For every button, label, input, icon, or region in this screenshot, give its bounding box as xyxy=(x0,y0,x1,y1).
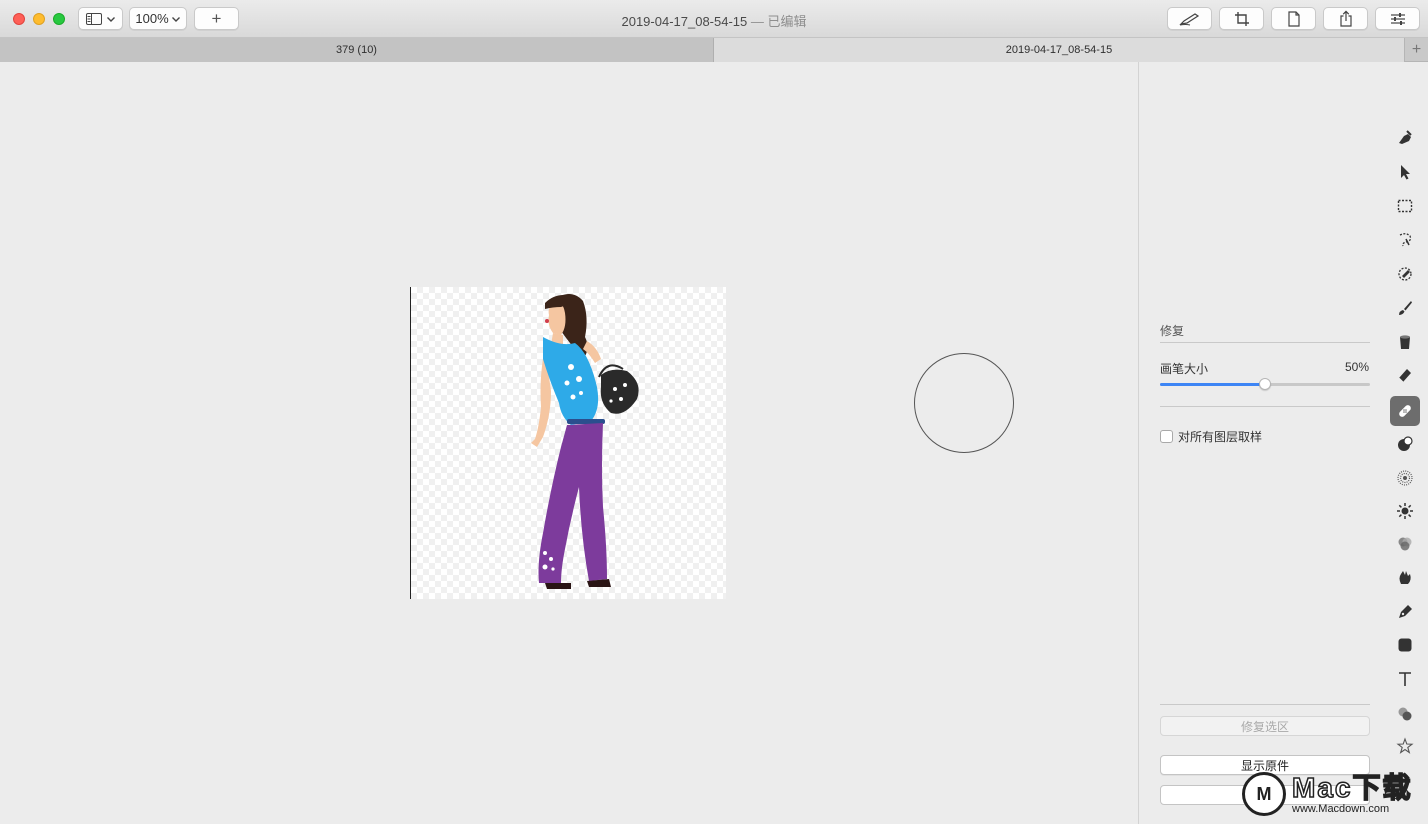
brush-tool[interactable] xyxy=(1390,293,1420,323)
document-name: 2019-04-17_08-54-15 xyxy=(621,14,748,29)
sharpen-tool[interactable] xyxy=(1390,496,1420,526)
brush-icon xyxy=(1399,301,1412,315)
bandage-heal-tool[interactable] xyxy=(1390,396,1420,426)
text-tool[interactable] xyxy=(1390,664,1420,694)
rect-select-icon xyxy=(1397,199,1413,213)
tab-bar: 379 (10) 2019-04-17_08-54-15 + xyxy=(0,38,1428,62)
divider xyxy=(1160,704,1370,705)
eraser-tool[interactable] xyxy=(1390,360,1420,390)
divider xyxy=(1160,342,1370,343)
crop-button[interactable] xyxy=(1219,7,1264,30)
watermark-text: Mac下载 www.Macdown.com xyxy=(1291,772,1413,815)
draw-button[interactable] xyxy=(1167,7,1212,30)
watermark-logo: M xyxy=(1242,772,1286,816)
lasso-select-tool[interactable] xyxy=(1390,225,1420,255)
bucket-tool[interactable] xyxy=(1390,327,1420,357)
color-adjust-tool[interactable] xyxy=(1390,122,1420,152)
repair-selection-button[interactable]: 修复选区 xyxy=(1160,716,1370,736)
watermark: M Mac下载 www.Macdown.com xyxy=(1242,772,1412,816)
star-tool[interactable] xyxy=(1390,731,1420,761)
magic-select-icon xyxy=(1398,267,1412,281)
tab-current-document[interactable]: 2019-04-17_08-54-15 xyxy=(714,38,1404,62)
app-window: 100% + 2019-04-17_08-54-15 — 已编辑 379 (10… xyxy=(0,0,1428,824)
eraser-icon xyxy=(1398,369,1411,383)
arrow-select-tool[interactable] xyxy=(1390,157,1420,187)
star-icon xyxy=(1396,737,1414,754)
magic-select-tool[interactable] xyxy=(1390,258,1420,288)
tab-label: 379 (10) xyxy=(336,44,377,56)
canvas-area[interactable] xyxy=(0,62,1138,824)
document-icon xyxy=(1287,10,1300,27)
sample-all-layers-label: 对所有图层取样 xyxy=(1178,430,1263,444)
sliders-icon xyxy=(1390,12,1405,25)
watermark-url: www.Macdown.com xyxy=(1292,803,1390,815)
color-blend-tool[interactable] xyxy=(1390,529,1420,559)
smudge-tool[interactable] xyxy=(1390,562,1420,592)
sample-all-layers-checkbox[interactable] xyxy=(1160,430,1173,443)
section-title: 修复 xyxy=(1160,324,1185,338)
lasso-select-icon xyxy=(1399,233,1412,247)
brush-size-value: 50% xyxy=(1344,360,1369,374)
divider xyxy=(1160,406,1370,407)
document-button[interactable] xyxy=(1271,7,1316,30)
share-button[interactable] xyxy=(1323,7,1368,30)
blur-tool[interactable] xyxy=(1390,463,1420,493)
plus-icon: + xyxy=(1411,41,1422,58)
clone-icon xyxy=(1398,436,1413,451)
pen-tool[interactable] xyxy=(1390,597,1420,627)
shape-icon xyxy=(1398,638,1412,652)
color-adjust-icon xyxy=(1399,130,1412,144)
text-icon xyxy=(1399,672,1411,686)
window-title: 2019-04-17_08-54-15 — 已编辑 xyxy=(0,11,1428,30)
crop-icon xyxy=(1234,11,1249,26)
brush-size-slider[interactable] xyxy=(1160,378,1370,390)
canvas-edge-line xyxy=(410,287,411,599)
pen-icon xyxy=(1399,605,1412,618)
watermark-brand: Mac下载 xyxy=(1291,772,1413,804)
effects-tool[interactable] xyxy=(1390,699,1420,729)
sample-all-layers-option[interactable]: 对所有图层取样 xyxy=(1160,428,1262,445)
image-canvas[interactable] xyxy=(411,287,726,599)
bucket-icon xyxy=(1400,335,1410,349)
pen-draw-icon xyxy=(1178,12,1199,25)
title-bar: 100% + 2019-04-17_08-54-15 — 已编辑 xyxy=(0,0,1428,38)
effects-icon xyxy=(1398,707,1412,721)
blur-icon xyxy=(1397,470,1413,486)
inspector-sidebar: 修复 画笔大小 50% 对所有图层取样 修复选区 显示原件 xyxy=(1138,62,1428,824)
color-blend-icon xyxy=(1398,537,1412,551)
share-icon xyxy=(1339,10,1352,27)
tab-label: 2019-04-17_08-54-15 xyxy=(1005,44,1113,56)
new-tab-button[interactable]: + xyxy=(1404,38,1428,62)
adjust-button[interactable] xyxy=(1375,7,1420,30)
shape-tool[interactable] xyxy=(1390,630,1420,660)
tab-379[interactable]: 379 (10) xyxy=(0,38,714,62)
arrow-select-icon xyxy=(1401,165,1410,180)
rect-select-tool[interactable] xyxy=(1390,191,1420,221)
edited-status: — 已编辑 xyxy=(750,14,807,29)
bandage-heal-icon xyxy=(1399,405,1411,417)
brush-size-label: 画笔大小 xyxy=(1160,362,1209,376)
smudge-icon xyxy=(1399,571,1411,584)
sharpen-icon xyxy=(1397,503,1413,519)
clone-tool[interactable] xyxy=(1390,429,1420,459)
slider-fill xyxy=(1160,383,1265,386)
slider-knob[interactable] xyxy=(1259,378,1271,390)
brush-cursor xyxy=(914,353,1014,453)
woman-illustration xyxy=(531,294,639,589)
